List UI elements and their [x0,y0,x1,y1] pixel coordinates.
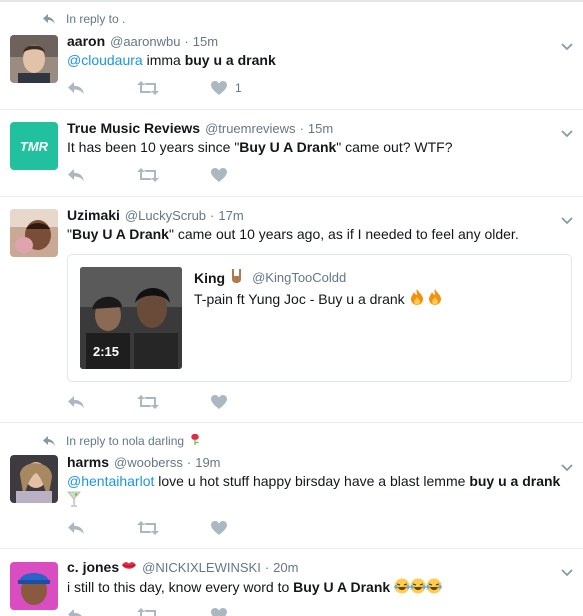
display-name[interactable]: True Music Reviews [67,120,200,136]
reply-context[interactable]: In reply to nola darling [42,433,212,448]
like-icon [211,521,227,535]
laughing-tears-emoji-icon [394,578,410,599]
avatar[interactable] [10,35,58,83]
handle[interactable]: @LuckyScrub [125,208,206,223]
display-name[interactable]: Uzimaki [67,207,120,223]
reply-arrow-icon [43,435,55,446]
chevron-down-icon[interactable] [561,125,573,138]
chevron-down-icon[interactable] [561,212,573,225]
tweet-text: "Buy U A Drank" came out 10 years ago, a… [67,226,519,242]
reply-icon [68,169,84,181]
retweet-button[interactable] [137,168,159,182]
handle[interactable]: @truemreviews [205,121,296,136]
retweet-button[interactable] [137,395,159,409]
retweet-icon [137,168,159,182]
like-icon [211,81,227,95]
quoted-text: T-pain ft Yung Joc - Buy u a drank [194,289,443,308]
avatar[interactable] [10,455,58,503]
reply-icon [68,522,84,534]
quoted-handle[interactable]: @KingTooColdd [252,270,346,285]
like-icon [211,608,227,616]
timestamp[interactable]: 20m [273,560,298,575]
reply-icon [68,609,82,616]
retweet-button[interactable] [137,608,159,616]
quoted-display-name[interactable]: King [194,270,225,286]
reply-button[interactable] [67,521,85,535]
avatar-logo-text: TMR [19,138,49,154]
tweet-aaron[interactable]: In reply to . aaron @aaronwbu · 15m @clo… [0,0,583,110]
like-button[interactable] [211,521,227,535]
timestamp[interactable]: 15m [308,121,333,136]
like-icon [211,395,227,409]
display-name[interactable]: harms [67,454,109,470]
chevron-down-icon[interactable] [561,459,573,472]
retweet-icon [137,521,159,535]
avatar[interactable] [10,562,58,610]
tweet-true-music-reviews[interactable]: TMR True Music Reviews @truemreviews · 1… [0,110,583,197]
video-thumbnail[interactable]: 2:15 [80,267,182,369]
tweet-c-jones[interactable]: c. jones @NICKIXLEWINSKI · 20m i still t… [0,549,583,616]
handle[interactable]: @aaronwbu [110,34,180,49]
chevron-down-icon[interactable] [561,564,573,577]
reply-button[interactable] [67,168,85,182]
reply-arrow-icon [43,14,55,24]
timestamp[interactable]: 15m [193,34,218,49]
tweet-text: It has been 10 years since "Buy U A Dran… [67,139,453,155]
rose-emoji-icon [188,433,212,448]
retweet-button[interactable] [137,521,159,535]
reply-button[interactable] [67,81,85,95]
like-button[interactable]: 1 [211,81,242,95]
like-icon [211,168,227,182]
reply-icon [68,82,84,94]
reply-button[interactable] [67,395,85,409]
retweet-icon [137,608,156,616]
handle[interactable]: @wooberss [114,455,183,470]
tweet-harms[interactable]: In reply to nola darling harms @wooberss… [0,423,583,549]
fire-emoji-icon [409,289,425,308]
reply-context[interactable]: In reply to . [42,12,125,26]
reply-button[interactable] [67,608,85,616]
tweet-text: @cloudaura imma buy u a drank [67,52,276,68]
lips-emoji-icon [121,559,137,575]
timestamp[interactable]: 19m [195,455,220,470]
horns-emoji-icon [230,268,244,287]
like-button[interactable] [211,608,227,616]
timestamp[interactable]: 17m [218,208,243,223]
handle[interactable]: @NICKIXLEWINSKI [142,560,261,575]
retweet-button[interactable] [137,81,159,95]
cocktail-emoji-icon [67,491,81,512]
tweet-text: @hentaiharlot love u hot stuff happy bir… [67,472,577,512]
fire-emoji-icon [427,289,443,308]
laughing-tears-emoji-icon [426,578,442,599]
avatar[interactable]: TMR [10,122,58,170]
reply-icon [68,396,84,408]
like-count: 1 [235,81,242,95]
mention-link[interactable]: @cloudaura [67,52,143,68]
video-duration: 2:15 [93,344,120,359]
tweet-uzimaki[interactable]: Uzimaki @LuckyScrub · 17m "Buy U A Drank… [0,197,583,423]
reply-context-label: In reply to nola darling [66,433,185,448]
retweet-icon [137,81,159,95]
tweet-text: i still to this day, know every word to … [67,578,577,599]
like-button[interactable] [211,168,227,182]
avatar[interactable] [10,209,58,257]
laughing-tears-emoji-icon [410,578,426,599]
reply-context-label: In reply to . [66,12,126,26]
mention-link[interactable]: @hentaiharlot [67,473,154,489]
retweet-icon [137,395,159,409]
quoted-tweet-card[interactable]: 2:15 King @KingTooColdd T-pain ft Yung J… [67,254,572,382]
display-name[interactable]: aaron [67,33,105,49]
like-button[interactable] [211,395,227,409]
display-name[interactable]: c. jones [67,559,119,575]
chevron-down-icon[interactable] [561,38,573,51]
